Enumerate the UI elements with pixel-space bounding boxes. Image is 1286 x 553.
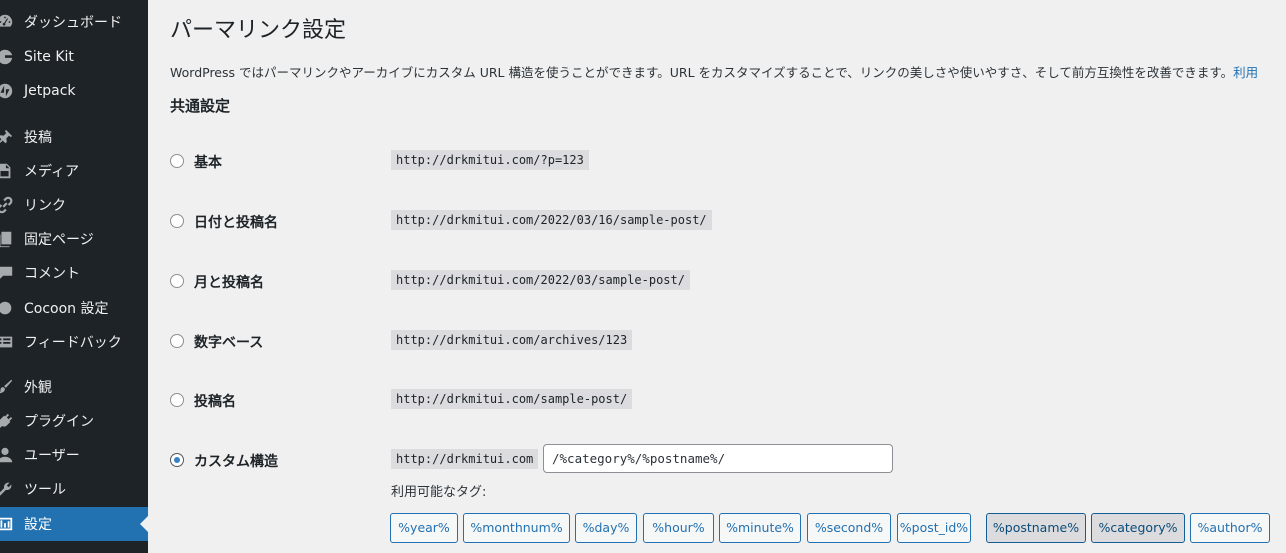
sidebar-item-links[interactable]: リンク <box>0 188 148 222</box>
available-tags: %year% %monthnum% %day% %hour% %minute% … <box>390 513 1286 543</box>
comment-icon <box>0 264 14 282</box>
description-link[interactable]: 利用 <box>1233 65 1258 80</box>
option-label: 日付と投稿名 <box>194 215 278 231</box>
page-icon <box>0 230 14 248</box>
tag-button-monthnum[interactable]: %monthnum% <box>463 513 570 543</box>
sidebar-item-tools[interactable]: ツール <box>0 472 148 506</box>
example-url: http://drkmitui.com/2022/03/16/sample-po… <box>391 210 712 230</box>
tag-button-minute[interactable]: %minute% <box>719 513 801 543</box>
tag-button-author[interactable]: %author% <box>1190 513 1270 543</box>
sidebar-item-label: メディア <box>24 164 80 180</box>
sidebar-item-label: Cocoon 設定 <box>24 301 109 317</box>
option-label: 投稿名 <box>194 394 236 410</box>
sidebar-item-users[interactable]: ユーザー <box>0 438 148 472</box>
sidebar-item-label: リンク <box>24 198 66 214</box>
admin-sidebar: ダッシュボード Site Kit Jetpack 投稿 メディア リンク 固定ペ… <box>0 0 148 553</box>
example-url: http://drkmitui.com/2022/03/sample-post/ <box>391 270 690 290</box>
plugin-icon <box>0 412 14 430</box>
tag-button-post-id[interactable]: %post_id% <box>897 513 971 543</box>
sidebar-item-feedback[interactable]: フィードバック <box>0 325 148 359</box>
radio-button-selected[interactable] <box>170 453 184 467</box>
radio-button[interactable] <box>170 393 184 407</box>
sidebar-item-settings[interactable]: 設定 <box>0 507 148 541</box>
brush-icon <box>0 378 14 396</box>
option-label: 数字ベース <box>194 335 264 351</box>
option-label: 基本 <box>194 155 222 171</box>
sidebar-item-label: Site Kit <box>24 49 74 65</box>
sidebar-item-comments[interactable]: コメント <box>0 256 148 290</box>
permalink-option-day-and-name[interactable]: 日付と投稿名 http://drkmitui.com/2022/03/16/sa… <box>170 206 1270 236</box>
wrench-icon <box>0 480 14 498</box>
sidebar-item-appearance[interactable]: 外観 <box>0 370 148 404</box>
sidebar-item-label: Jetpack <box>24 83 76 99</box>
sidebar-item-label: ダッシュボード <box>24 15 122 31</box>
sidebar-item-label: ツール <box>24 482 66 498</box>
sidebar-item-label: プラグイン <box>24 414 94 430</box>
sidebar-item-label: 固定ページ <box>24 232 94 248</box>
custom-structure-input[interactable]: /%category%/%postname%/ <box>543 444 893 473</box>
option-label: 月と投稿名 <box>194 275 264 291</box>
sidebar-item-cocoon-settings[interactable]: Cocoon 設定 <box>0 291 148 325</box>
sidebar-item-dashboard[interactable]: ダッシュボード <box>0 5 148 39</box>
description-text: WordPress ではパーマリンクやアーカイブにカスタム URL 構造を使うこ… <box>170 65 1234 80</box>
pin-icon <box>0 128 14 146</box>
page-description: WordPress ではパーマリンクやアーカイブにカスタム URL 構造を使うこ… <box>170 62 1258 81</box>
radio-button[interactable] <box>170 334 184 348</box>
link-icon <box>0 196 14 214</box>
tag-button-postname[interactable]: %postname% <box>986 513 1086 543</box>
site-kit-icon <box>0 48 14 66</box>
user-icon <box>0 446 14 464</box>
tag-button-second[interactable]: %second% <box>807 513 891 543</box>
example-url: http://drkmitui.com/?p=123 <box>391 150 589 170</box>
main-content: パーマリンク設定 WordPress ではパーマリンクやアーカイブにカスタム U… <box>170 0 1286 553</box>
tag-button-hour[interactable]: %hour% <box>643 513 714 543</box>
radio-button[interactable] <box>170 274 184 288</box>
sidebar-item-jetpack[interactable]: Jetpack <box>0 74 148 108</box>
example-url: http://drkmitui.com/sample-post/ <box>391 389 633 409</box>
sidebar-item-label: コメント <box>24 266 80 282</box>
sidebar-item-label: ユーザー <box>24 448 80 464</box>
option-label: カスタム構造 <box>194 454 278 470</box>
tag-button-category[interactable]: %category% <box>1091 513 1185 543</box>
sidebar-item-media[interactable]: メディア <box>0 154 148 188</box>
sidebar-item-label: フィードバック <box>24 335 122 351</box>
page-title: パーマリンク設定 <box>170 18 347 43</box>
permalink-option-plain[interactable]: 基本 http://drkmitui.com/?p=123 <box>170 146 1270 176</box>
sidebar-item-plugins[interactable]: プラグイン <box>0 404 148 438</box>
permalink-option-numeric[interactable]: 数字ベース http://drkmitui.com/archives/123 <box>170 326 1270 356</box>
available-tags-label: 利用可能なタグ: <box>391 485 487 500</box>
section-title: 共通設定 <box>170 97 231 115</box>
permalink-option-month-and-name[interactable]: 月と投稿名 http://drkmitui.com/2022/03/sample… <box>170 266 1270 296</box>
tag-button-day[interactable]: %day% <box>575 513 637 543</box>
sidebar-item-label: 外観 <box>24 380 52 396</box>
cocoon-icon <box>0 299 14 317</box>
custom-base-url: http://drkmitui.com <box>391 449 539 469</box>
jetpack-icon <box>0 82 14 100</box>
sidebar-item-pages[interactable]: 固定ページ <box>0 222 148 256</box>
dashboard-icon <box>0 13 14 31</box>
example-url: http://drkmitui.com/archives/123 <box>391 330 633 350</box>
sidebar-item-label: 設定 <box>24 517 52 533</box>
tag-button-year[interactable]: %year% <box>390 513 458 543</box>
settings-icon <box>0 515 14 533</box>
radio-button[interactable] <box>170 154 184 168</box>
media-icon <box>0 162 14 180</box>
sidebar-item-label: 投稿 <box>24 130 52 146</box>
sidebar-item-posts[interactable]: 投稿 <box>0 120 148 154</box>
feedback-icon <box>0 333 14 351</box>
permalink-option-post-name[interactable]: 投稿名 http://drkmitui.com/sample-post/ <box>170 385 1270 415</box>
sidebar-item-site-kit[interactable]: Site Kit <box>0 40 148 74</box>
radio-button[interactable] <box>170 214 184 228</box>
